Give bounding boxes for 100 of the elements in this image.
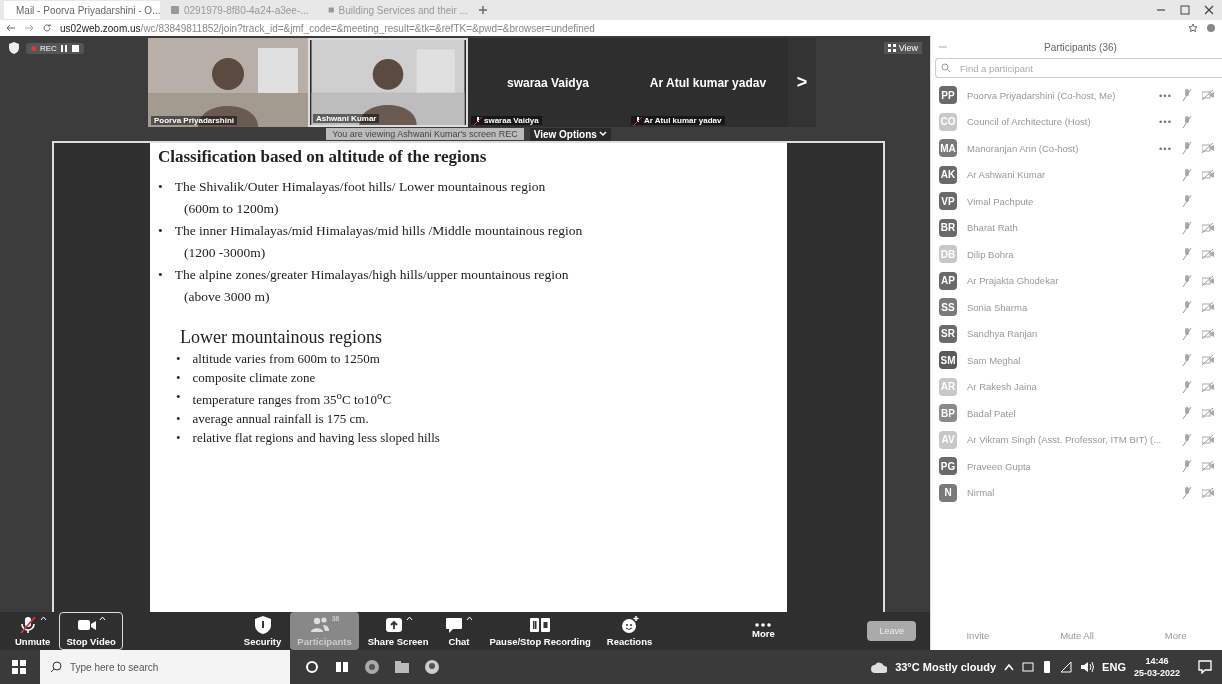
- usb-drive-icon[interactable]: [1042, 661, 1053, 673]
- participant-row[interactable]: BP Badal Patel: [931, 400, 1222, 427]
- next-page-button[interactable]: >: [788, 38, 816, 127]
- participant-row[interactable]: AP Ar Prajakta Ghodekar: [931, 267, 1222, 294]
- toolbar-button[interactable]: More: [745, 620, 782, 642]
- participant-row[interactable]: PP Poorva Priyadarshini (Co-host, Me) •••: [931, 82, 1222, 109]
- clock[interactable]: 14:46 25-03-2022: [1133, 655, 1180, 679]
- browser-icon[interactable]: [364, 659, 380, 675]
- meet-now-icon[interactable]: [1022, 661, 1035, 673]
- back-icon[interactable]: [6, 23, 16, 33]
- bullet-marker: •: [158, 179, 163, 195]
- participant-row[interactable]: AK Ar Ashwani Kumar: [931, 161, 1222, 188]
- name-label: Poorva Priyadarshini: [151, 116, 238, 125]
- bullet-text: relative flat regions and having less sloped hills: [192, 430, 440, 447]
- footer-button[interactable]: Invite: [960, 628, 996, 642]
- avatar: AK: [939, 165, 957, 184]
- avatar: BR: [939, 218, 957, 237]
- caret-icon: [466, 615, 474, 622]
- folder-icon[interactable]: [394, 659, 410, 675]
- smiley-icon: [619, 615, 640, 635]
- network-icon[interactable]: [1060, 661, 1073, 673]
- language-indicator[interactable]: ENG: [1102, 661, 1126, 673]
- reload-icon[interactable]: [42, 23, 52, 33]
- name-label: Ashwani Kumar: [313, 114, 380, 123]
- caret-icon: [598, 130, 607, 138]
- participant-row[interactable]: N Nirmal: [931, 479, 1222, 506]
- participant-row[interactable]: SR Sandhya Ranjan: [931, 320, 1222, 347]
- bullet-marker: •: [176, 351, 181, 367]
- muted-microphone-icon: [1182, 274, 1192, 287]
- participant-row[interactable]: SS Sonia Sharma: [931, 294, 1222, 321]
- avatar: N: [939, 483, 957, 502]
- windows-start-icon[interactable]: [12, 660, 26, 674]
- more-options[interactable]: •••: [1159, 89, 1172, 101]
- muted-microphone-icon: [1182, 327, 1192, 340]
- video-off-icon: [1202, 487, 1214, 498]
- toolbar-button[interactable]: Unmute: [8, 612, 58, 650]
- bullet-marker: •: [158, 223, 163, 239]
- security-shield-icon: [8, 42, 20, 54]
- star-icon[interactable]: [1188, 23, 1198, 33]
- video-off-icon: [1202, 143, 1214, 154]
- search-field[interactable]: Find a participant: [935, 58, 1222, 78]
- toolbar-button[interactable]: Security: [236, 612, 289, 650]
- new-tab-icon[interactable]: [478, 5, 488, 15]
- browser-tab[interactable]: Mail - Poorva Priyadarshini - O...: [4, 1, 160, 19]
- muted-microphone-icon: [1182, 115, 1192, 128]
- participant-row[interactable]: BR Bharat Rath: [931, 214, 1222, 241]
- bullet-text: temperature ranges from 35$^{o}$C to10$^{o}$C: [192, 389, 392, 409]
- participant-row[interactable]: MA Manoranjan Ann (Co-host) •••: [931, 135, 1222, 162]
- muted-microphone-icon: [1182, 168, 1192, 181]
- page-icon: [170, 5, 180, 15]
- grid-icon: [887, 44, 896, 52]
- avatar: SM: [939, 351, 957, 370]
- share-banner: You are viewing Ashwani Kumar's screen REC: [326, 128, 524, 140]
- more-options[interactable]: •••: [1159, 142, 1172, 154]
- video-off-icon: [1202, 381, 1214, 392]
- toolbar-button[interactable]: Stop Video: [59, 612, 123, 650]
- maximize-icon[interactable]: [1180, 5, 1190, 15]
- participant-row[interactable]: VP Vimal Pachpute: [931, 188, 1222, 215]
- speaker-icon[interactable]: [1080, 661, 1095, 673]
- avatar: AP: [939, 271, 957, 290]
- footer-button[interactable]: Mute All: [1054, 628, 1100, 642]
- participant-row[interactable]: SM Sam Meghal: [931, 347, 1222, 374]
- stop-icon[interactable]: [71, 44, 79, 52]
- view-button[interactable]: View: [883, 42, 922, 54]
- muted-microphone-icon: [1182, 380, 1192, 393]
- name-label: Ar Atul kumar yadav: [631, 116, 725, 125]
- panel-title: Participants (36): [1043, 41, 1118, 53]
- muted-microphone-icon: [1182, 195, 1192, 208]
- bullet-marker: •: [158, 267, 163, 283]
- recording-indicator: REC: [26, 42, 84, 54]
- bullet-text: The alpine zones/greater Himalayas/high hills/upper mountainous region: [174, 267, 569, 283]
- caret-up-icon[interactable]: [1004, 663, 1015, 671]
- cortana-circle-icon[interactable]: [304, 659, 320, 675]
- close-icon[interactable]: [1204, 5, 1214, 15]
- video-off-icon: [1202, 275, 1214, 286]
- toolbar-button[interactable]: Chat: [437, 612, 481, 650]
- muted-microphone-icon: [1182, 354, 1192, 367]
- bullet-text: The inner Himalayas/mid Himalayas/mid hills /Middle mountainous region: [174, 223, 583, 239]
- caret-icon: [405, 615, 413, 622]
- view-options-button[interactable]: View Options: [529, 127, 611, 141]
- muted-microphone-icon: [1182, 407, 1192, 420]
- more-options[interactable]: •••: [1159, 116, 1172, 128]
- task-view-icon[interactable]: [334, 659, 350, 675]
- toolbar-button[interactable]: Pause/Stop Recording: [482, 612, 598, 650]
- search-field[interactable]: Type here to search: [40, 650, 290, 684]
- bullet-text: The Shivalik/Outer Himalayas/foot hills/ Lower mountainous region: [174, 179, 546, 195]
- toolbar-button[interactable]: Share Screen: [360, 612, 436, 650]
- app-icon[interactable]: [424, 659, 440, 675]
- pause-icon[interactable]: [60, 44, 68, 52]
- page-icon: [328, 5, 335, 15]
- profile-icon[interactable]: [1206, 23, 1216, 33]
- share-screen-icon: [383, 615, 404, 635]
- footer-button[interactable]: More: [1158, 628, 1193, 642]
- avatar: SS: [939, 298, 957, 317]
- search-icon: [941, 63, 951, 73]
- notification-icon[interactable]: [1198, 660, 1212, 674]
- toolbar-button[interactable]: Reactions: [599, 612, 660, 650]
- participant-row[interactable]: PG Praveen Gupta: [931, 453, 1222, 480]
- bullet-note: (1200 -3000m): [184, 245, 267, 261]
- muted-microphone-icon: [1182, 221, 1192, 234]
